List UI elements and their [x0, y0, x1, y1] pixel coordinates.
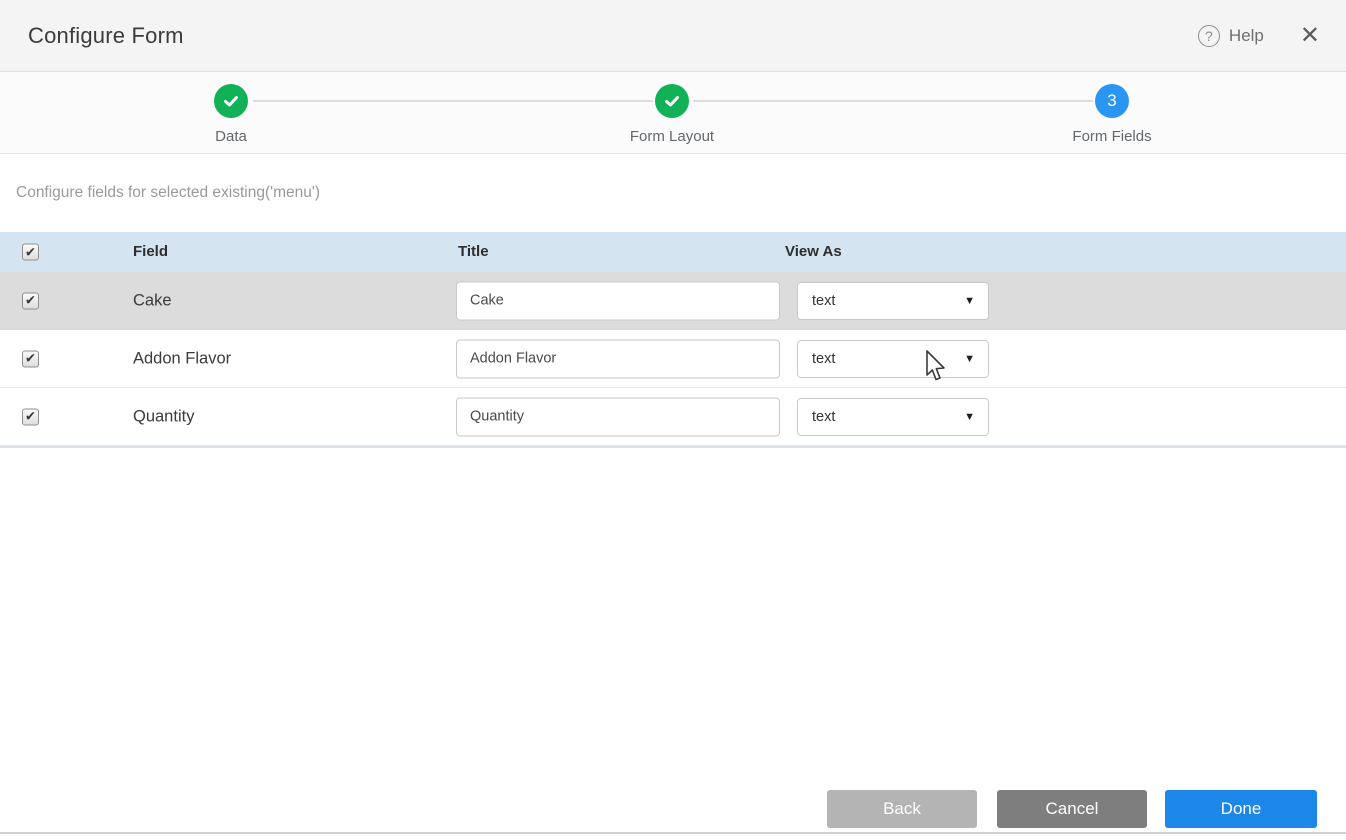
step-form-fields[interactable]: 3 Form Fields [1052, 84, 1172, 145]
table-row[interactable]: ✔ Quantity text ▼ [0, 388, 1346, 446]
row-checkbox[interactable]: ✔ [22, 408, 39, 425]
close-icon[interactable]: ✕ [1300, 24, 1320, 48]
title-input[interactable] [456, 339, 780, 378]
step-number-badge: 3 [1095, 84, 1129, 118]
dialog-titlebar: Configure Form ? Help ✕ [0, 0, 1346, 72]
field-name-label: Cake [133, 291, 172, 310]
step-data[interactable]: Data [171, 84, 291, 145]
field-name-label: Addon Flavor [133, 349, 231, 368]
stepper-connector-1 [253, 100, 653, 102]
table-row[interactable]: ✔ Cake text ▼ [0, 272, 1346, 330]
done-button[interactable]: Done [1165, 790, 1317, 828]
table-body: ✔ Cake text ▼ ✔ Addon Flavor text ▼ ✔ Qu… [0, 272, 1346, 448]
back-button[interactable]: Back [827, 790, 977, 828]
step-complete-icon [655, 84, 689, 118]
chevron-down-icon: ▼ [964, 411, 975, 423]
select-all-checkbox[interactable]: ✔ [22, 244, 39, 261]
chevron-down-icon: ▼ [964, 295, 975, 307]
help-label: Help [1229, 26, 1264, 46]
step-label: Form Fields [1052, 128, 1172, 145]
column-header-field: Field [133, 243, 168, 260]
step-form-layout[interactable]: Form Layout [612, 84, 732, 145]
table-header-row: ✔ Field Title View As [0, 232, 1346, 272]
section-description: Configure fields for selected existing('… [16, 184, 320, 202]
title-input[interactable] [456, 397, 780, 436]
dialog-bottom-border [0, 832, 1346, 834]
help-icon: ? [1198, 25, 1220, 47]
page-title: Configure Form [28, 23, 184, 49]
fields-table: ✔ Field Title View As ✔ Cake text ▼ ✔ Ad… [0, 232, 1346, 448]
step-label: Data [171, 128, 291, 145]
view-as-select[interactable]: text ▼ [797, 340, 989, 378]
stepper-connector-2 [693, 100, 1093, 102]
row-checkbox[interactable]: ✔ [22, 292, 39, 309]
view-as-select[interactable]: text ▼ [797, 282, 989, 320]
field-name-label: Quantity [133, 407, 194, 426]
column-header-view-as: View As [785, 243, 842, 260]
table-row[interactable]: ✔ Addon Flavor text ▼ [0, 330, 1346, 388]
step-label: Form Layout [612, 128, 732, 145]
chevron-down-icon: ▼ [964, 353, 975, 365]
view-as-select[interactable]: text ▼ [797, 398, 989, 436]
wizard-stepper: Data Form Layout 3 Form Fields [0, 72, 1346, 154]
row-checkbox[interactable]: ✔ [22, 350, 39, 367]
cancel-button[interactable]: Cancel [997, 790, 1147, 828]
title-input[interactable] [456, 281, 780, 320]
help-button[interactable]: ? Help [1198, 25, 1264, 47]
column-header-title: Title [458, 243, 489, 260]
step-complete-icon [214, 84, 248, 118]
